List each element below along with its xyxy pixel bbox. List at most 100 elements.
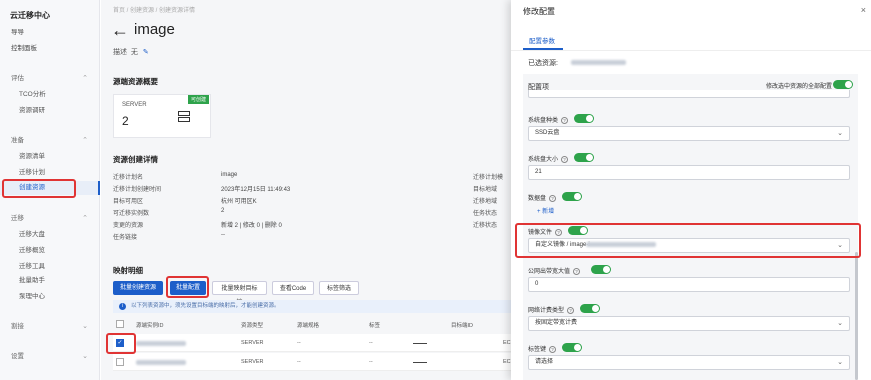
- system-disk-type-select[interactable]: SSD云盘 ⌄: [528, 126, 850, 141]
- field-toggle[interactable]: [562, 192, 582, 201]
- card-label: SERVER: [122, 102, 147, 108]
- tag-filter-button[interactable]: 标签筛选: [319, 281, 359, 295]
- drawer-title: 修改配置: [523, 7, 555, 16]
- info-icon: i: [119, 303, 126, 310]
- help-icon[interactable]: ?: [561, 155, 569, 163]
- field-label: 公网出带宽大值?: [528, 266, 581, 275]
- col-header: 目标端ID: [451, 323, 474, 329]
- notice-banner: i 以下列表资源中，须先设置目标端的映射后，才能创建资源。: [113, 300, 511, 313]
- cell-tags: --: [369, 359, 373, 365]
- detail-key: 目标可用区: [113, 199, 144, 205]
- highlight-create-resource: [2, 179, 76, 198]
- help-icon[interactable]: ?: [561, 116, 569, 124]
- detail-value: 2: [221, 208, 225, 214]
- detail-value: 杭州 可用区K: [221, 199, 257, 205]
- select-all-checkbox[interactable]: [116, 320, 124, 328]
- field-label: 网络计费类型?: [528, 305, 575, 314]
- help-icon[interactable]: ?: [549, 345, 557, 353]
- sidebar-item-migration-overview[interactable]: 迁移概览: [0, 244, 100, 258]
- cell-type: SERVER: [241, 359, 264, 365]
- card-count: 2: [122, 114, 129, 128]
- sidebar-item-center[interactable]: 泵理中心: [0, 290, 100, 304]
- app-title: 云迁移中心: [10, 11, 50, 20]
- description: 描述 无 ✎: [113, 49, 149, 56]
- view-code-button[interactable]: 查看Code: [272, 281, 314, 295]
- field-toggle[interactable]: [580, 304, 600, 313]
- cell-type: SERVER: [241, 340, 264, 346]
- chevron-down-icon: ⌄: [82, 353, 88, 360]
- detail-value: 2023年12月15日 11:49:43: [221, 187, 291, 193]
- sidebar-item-batch-assistant[interactable]: 批量助手: [0, 274, 100, 288]
- field-label: 标签键?: [528, 344, 557, 353]
- field-toggle[interactable]: [574, 114, 594, 123]
- detail-value: image: [221, 172, 238, 178]
- cell-target: EC: [503, 340, 511, 346]
- system-disk-size-input[interactable]: 21: [528, 165, 850, 180]
- detail-key-right: 迁移状态: [473, 223, 498, 229]
- bandwidth-input[interactable]: 0: [528, 277, 850, 292]
- detail-key: 变更的资源: [113, 223, 144, 229]
- scrollbar[interactable]: [855, 252, 858, 380]
- sidebar-item-migration-tools[interactable]: 迁移工具: [0, 260, 100, 274]
- detail-key: 迁移计划名: [113, 175, 144, 181]
- sidebar-item-migration-plan[interactable]: 迁移计划: [0, 166, 100, 180]
- col-header: 源端实例ID: [136, 323, 164, 329]
- detail-key-right: 目标地域: [473, 187, 498, 193]
- field-toggle[interactable]: [591, 265, 611, 274]
- detail-key-right: 迁移地域: [473, 199, 498, 205]
- chevron-up-icon: ⌃: [82, 137, 88, 144]
- sidebar-group-migrate[interactable]: 迁移 ⌃: [0, 212, 100, 226]
- field-label: 数据盘?: [528, 193, 557, 202]
- selected-resources-label: 已选资源:: [528, 60, 558, 67]
- network-billing-select[interactable]: 按固定带宽计费 ⌄: [528, 316, 850, 331]
- sidebar-group-settings[interactable]: 设置 ⌄: [0, 350, 100, 364]
- help-icon[interactable]: ?: [573, 267, 581, 275]
- arrow-right-icon: [413, 362, 427, 363]
- edit-icon[interactable]: ✎: [143, 49, 149, 56]
- chevron-down-icon: ⌄: [837, 130, 843, 137]
- tab-config-params[interactable]: 配置参数: [529, 35, 555, 45]
- sidebar-item-dashboard[interactable]: 控制面板: [0, 42, 100, 56]
- sidebar-item-guide[interactable]: 导导: [0, 26, 100, 40]
- sidebar-item-tco[interactable]: TCO分析: [0, 88, 100, 102]
- cell-target: EC: [503, 359, 511, 365]
- batch-create-button[interactable]: 批量创建资源: [113, 281, 163, 295]
- source-summary-title: 源端资源概要: [113, 77, 158, 86]
- help-icon[interactable]: ?: [567, 306, 575, 314]
- col-header: 资源类型: [241, 323, 264, 329]
- server-summary-card: SERVER 2 可创建: [113, 94, 211, 138]
- chevron-down-icon: ⌄: [837, 320, 843, 327]
- add-data-disk-link[interactable]: + 新增: [537, 206, 554, 215]
- field-toggle[interactable]: [562, 343, 582, 352]
- sidebar-group-prepare[interactable]: 准备 ⌃: [0, 134, 100, 148]
- field-label: 系统盘种类?: [528, 115, 569, 124]
- field-label: 系统盘大小?: [528, 154, 569, 163]
- col-header: 源端规格: [297, 323, 320, 329]
- sidebar-item-resource-list[interactable]: 资源清单: [0, 150, 100, 164]
- detail-value: 新增 2 | 修改 0 | 删除 0: [221, 223, 282, 229]
- chevron-up-icon: ⌃: [82, 75, 88, 82]
- back-arrow-icon[interactable]: ←: [111, 20, 129, 40]
- collapsed-field[interactable]: [528, 90, 850, 98]
- sidebar-group-cutover[interactable]: 割接 ⌄: [0, 320, 100, 334]
- detail-key: 迁移计划创建时间: [113, 187, 162, 193]
- chevron-down-icon: ⌄: [82, 323, 88, 330]
- sidebar-item-migration-board[interactable]: 迁移大盘: [0, 228, 100, 242]
- sidebar-item-research[interactable]: 资源调研: [0, 104, 100, 118]
- server-icon: [178, 111, 190, 123]
- main-content: 首页 / 创建资源 / 创建资源详情 ← image 描述 无 ✎ 源端资源概要…: [101, 0, 511, 380]
- tag-key-select[interactable]: 请选择 ⌄: [528, 355, 850, 370]
- field-toggle[interactable]: [574, 153, 594, 162]
- help-icon[interactable]: ?: [549, 194, 557, 202]
- close-icon[interactable]: ×: [861, 5, 866, 15]
- redacted-id: [136, 341, 186, 346]
- highlight-row-checkbox: [106, 333, 136, 354]
- cell-spec: --: [297, 359, 301, 365]
- modify-all-toggle[interactable]: [833, 80, 853, 89]
- modify-all-label: 修改选中资源的全部配置: [766, 84, 833, 90]
- batch-map-button[interactable]: 批量映射目标端: [212, 281, 267, 306]
- row-checkbox[interactable]: [116, 358, 124, 366]
- sidebar-group-assess[interactable]: 评估 ⌃: [0, 72, 100, 86]
- page-title: image: [134, 21, 175, 38]
- highlight-image-file: [515, 223, 861, 258]
